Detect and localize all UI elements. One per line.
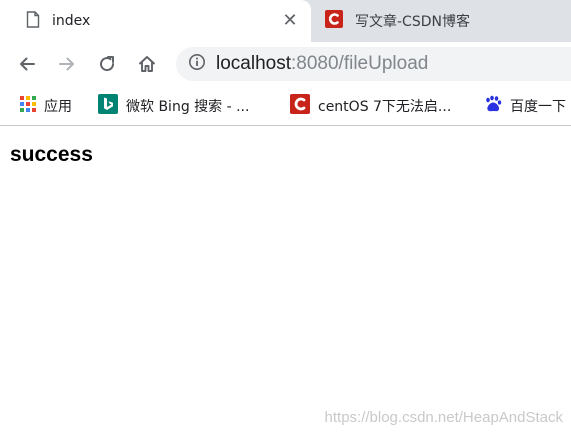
home-icon	[139, 56, 155, 72]
arrow-left-icon	[20, 57, 35, 71]
page-content: success https://blog.csdn.net/HeapAndSta…	[0, 127, 571, 436]
page-icon	[26, 10, 40, 32]
close-icon[interactable]: ✕	[280, 11, 300, 31]
bookmark-label: 应用	[44, 99, 72, 115]
bookmarks-bar: 应用 微软 Bing 搜索 - ... centOS 7下无法启... 百度一下	[0, 86, 571, 126]
bing-icon	[98, 94, 118, 118]
arrow-right-icon	[59, 57, 74, 71]
url-text[interactable]: localhost:8080/fileUpload	[216, 53, 428, 75]
baidu-icon	[484, 95, 502, 117]
tab-csdn[interactable]: 写文章-CSDN博客	[311, 0, 571, 42]
tab-title: 写文章-CSDN博客	[355, 14, 470, 30]
bookmark-centos[interactable]: centOS 7下无法启...	[290, 86, 451, 126]
bookmark-apps[interactable]: 应用	[20, 86, 72, 126]
browser-toolbar: localhost:8080/fileUpload	[0, 42, 571, 86]
forward-button[interactable]	[55, 52, 79, 76]
address-bar[interactable]: localhost:8080/fileUpload	[176, 47, 571, 81]
back-button[interactable]	[15, 52, 39, 76]
csdn-icon	[325, 10, 343, 32]
watermark: https://blog.csdn.net/HeapAndStack	[324, 409, 563, 426]
apps-grid-icon	[20, 96, 36, 116]
reload-button[interactable]	[95, 52, 119, 76]
bookmark-baidu[interactable]: 百度一下	[484, 86, 566, 126]
home-button[interactable]	[135, 52, 159, 76]
tab-title: index	[52, 13, 91, 29]
bookmark-label: centOS 7下无法启...	[318, 99, 452, 115]
info-icon[interactable]	[188, 53, 206, 75]
bookmark-label: 百度一下	[510, 99, 566, 115]
url-host: localhost	[216, 53, 291, 74]
bookmark-label: 微软 Bing 搜索 - ...	[126, 99, 250, 115]
tab-strip: index ✕ 写文章-CSDN博客	[0, 0, 571, 42]
bookmark-bing[interactable]: 微软 Bing 搜索 - ...	[98, 86, 249, 126]
page-heading: success	[10, 143, 93, 166]
reload-icon	[100, 56, 115, 72]
tab-index[interactable]: index ✕	[0, 0, 311, 42]
url-path: :8080/fileUpload	[291, 53, 429, 74]
csdn-icon	[290, 94, 310, 118]
